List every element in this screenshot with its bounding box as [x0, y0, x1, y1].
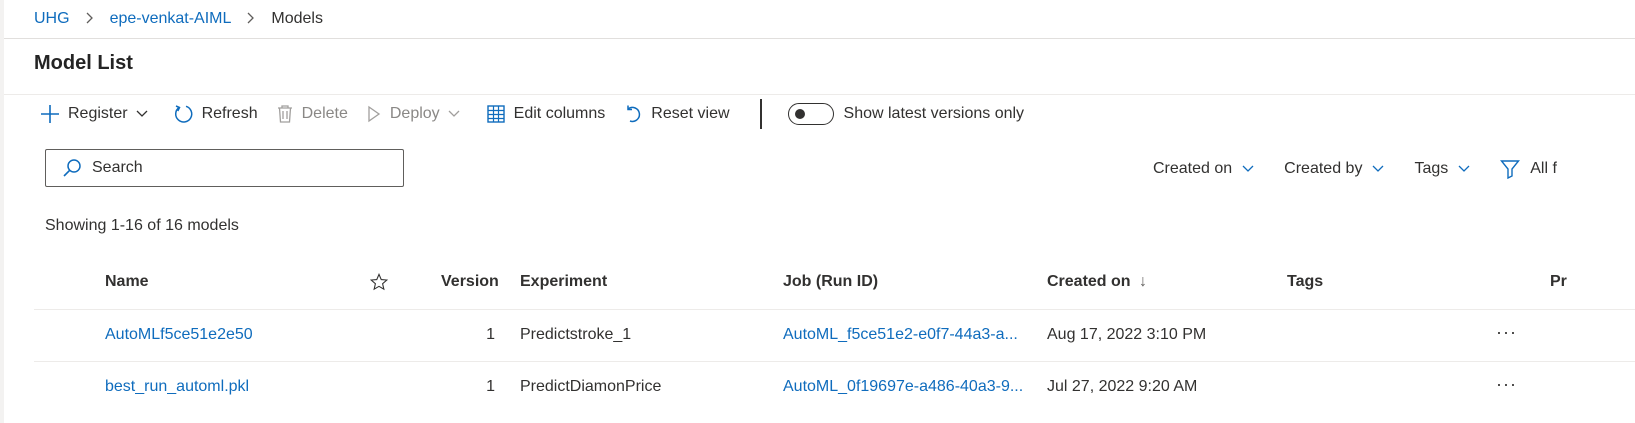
refresh-button[interactable]: Refresh — [174, 100, 258, 128]
delete-button[interactable]: Delete — [276, 100, 348, 128]
created-on-filter[interactable]: Created on — [1153, 160, 1254, 178]
refresh-icon — [174, 105, 192, 123]
chevron-down-icon — [1242, 165, 1254, 172]
column-header-properties[interactable]: Pr — [1550, 273, 1567, 291]
header-row-divider — [34, 309, 1635, 310]
tags-filter-label: Tags — [1414, 160, 1449, 177]
chevron-down-icon — [136, 110, 148, 117]
deploy-button[interactable]: Deploy — [366, 100, 468, 128]
created-by-filter[interactable]: Created by — [1284, 160, 1384, 178]
row-divider — [34, 361, 1635, 362]
latest-versions-toggle[interactable] — [787, 103, 834, 125]
column-header-created-on[interactable]: Created on ↓ — [1047, 273, 1147, 291]
search-icon — [63, 159, 81, 177]
left-rail — [0, 0, 4, 423]
table-columns-icon — [486, 105, 505, 123]
reset-view-label: Reset view — [651, 105, 730, 122]
column-header-tags[interactable]: Tags — [1287, 273, 1323, 291]
toolbar-divider — [759, 99, 762, 129]
delete-label: Delete — [301, 105, 348, 122]
model-created-on: Jul 27, 2022 9:20 AM — [1047, 378, 1198, 395]
filter-bar: Created on Created by Tags All f — [1153, 157, 1557, 181]
sort-descending-icon: ↓ — [1139, 273, 1148, 290]
chevron-right-icon — [247, 12, 255, 27]
model-name-link[interactable]: best_run_automl.pkl — [105, 378, 249, 396]
column-header-name[interactable]: Name — [105, 273, 149, 291]
page-title: Model List — [34, 52, 133, 74]
command-bar: Register Refresh Delete Deploy Edit colu… — [40, 99, 1025, 129]
column-header-job[interactable]: Job (Run ID) — [783, 273, 878, 291]
register-button[interactable]: Register — [40, 100, 156, 128]
job-run-link[interactable]: AutoML_f5ce51e2-e0f7-44a3-a... — [783, 326, 1018, 344]
chevron-down-icon — [1458, 165, 1470, 172]
breadcrumb-item-current: Models — [271, 10, 323, 27]
model-version: 1 — [486, 326, 495, 343]
created-by-filter-label: Created by — [1284, 160, 1363, 177]
all-filters-button[interactable]: All f — [1500, 159, 1557, 179]
trash-icon — [277, 105, 292, 123]
model-version: 1 — [486, 378, 495, 395]
edit-columns-button[interactable]: Edit columns — [486, 100, 606, 128]
search-input[interactable]: Search — [92, 159, 143, 177]
more-options-icon[interactable]: ··· — [1496, 374, 1517, 395]
more-options-icon[interactable]: ··· — [1496, 322, 1517, 343]
register-label: Register — [68, 105, 128, 122]
results-count: Showing 1-16 of 16 models — [45, 217, 239, 234]
created-on-filter-label: Created on — [1153, 160, 1233, 177]
plus-icon — [41, 105, 59, 123]
tags-filter[interactable]: Tags — [1414, 160, 1470, 178]
play-icon — [368, 105, 380, 123]
model-experiment: PredictDiamonPrice — [520, 378, 662, 395]
model-created-on: Aug 17, 2022 3:10 PM — [1047, 326, 1207, 343]
column-header-experiment[interactable]: Experiment — [520, 273, 607, 291]
chevron-down-icon — [448, 110, 460, 117]
model-experiment: Predictstroke_1 — [520, 326, 632, 343]
breadcrumb-item-workspace[interactable]: epe-venkat-AIML — [110, 10, 232, 28]
column-header-created-on-label: Created on — [1047, 273, 1131, 290]
edit-columns-label: Edit columns — [513, 105, 606, 122]
refresh-label: Refresh — [201, 105, 258, 122]
chevron-down-icon — [1372, 165, 1384, 172]
deploy-label: Deploy — [389, 105, 440, 122]
star-icon[interactable] — [369, 272, 389, 296]
search-box[interactable]: Search — [45, 149, 404, 187]
breadcrumb: UHG epe-venkat-AIML Models — [34, 8, 323, 30]
undo-icon — [627, 105, 641, 123]
reset-view-button[interactable]: Reset view — [623, 100, 730, 128]
title-divider — [4, 94, 1635, 95]
toggle-knob — [794, 109, 805, 119]
filter-icon — [1500, 160, 1521, 179]
breadcrumb-item-uhg[interactable]: UHG — [34, 10, 70, 28]
chevron-right-icon — [86, 12, 94, 27]
latest-versions-label: Show latest versions only — [843, 105, 1025, 122]
column-header-version[interactable]: Version — [441, 273, 499, 291]
header-divider — [4, 38, 1635, 39]
job-run-link[interactable]: AutoML_0f19697e-a486-40a3-9... — [783, 378, 1023, 396]
model-name-link[interactable]: AutoMLf5ce51e2e50 — [105, 326, 253, 344]
all-filters-label: All f — [1530, 160, 1557, 177]
